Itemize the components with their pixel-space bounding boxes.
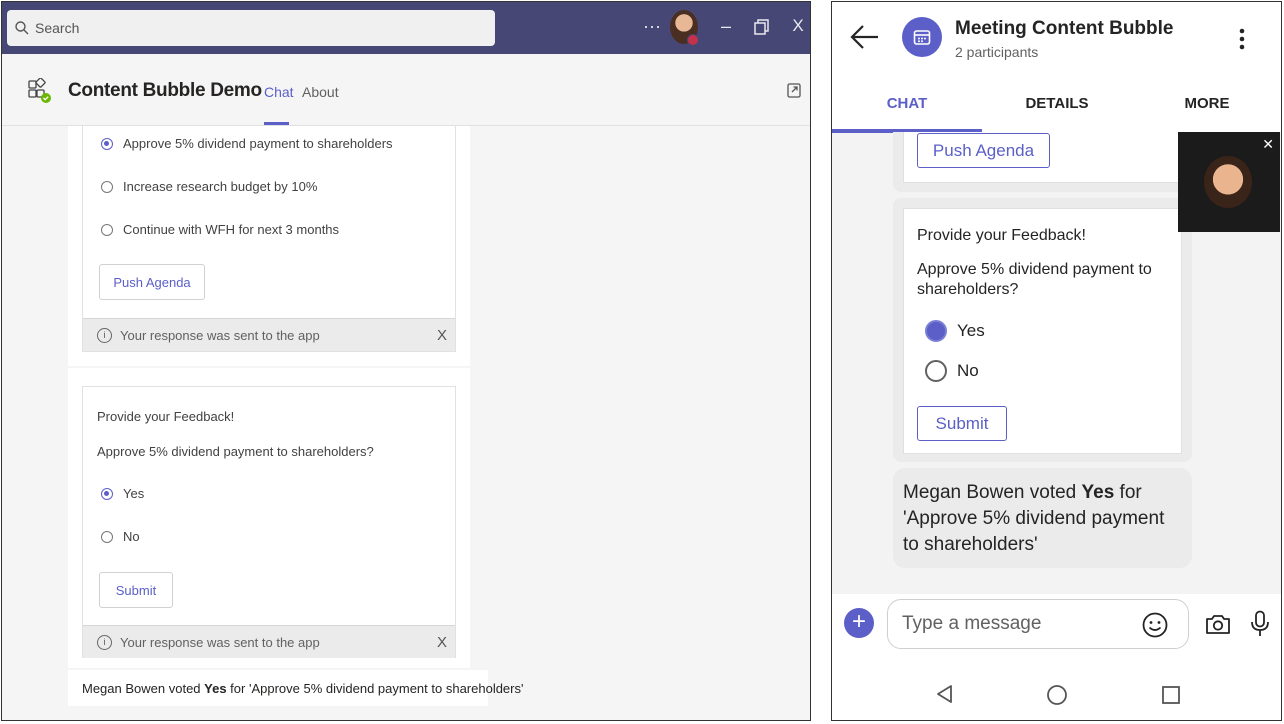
option-label: No — [123, 529, 140, 544]
android-nav-bar — [832, 656, 1281, 720]
vote-prefix: Megan Bowen voted — [903, 482, 1082, 503]
agenda-option-1[interactable]: Approve 5% dividend payment to sharehold… — [101, 136, 393, 151]
vote-suffix: for 'Approve 5% dividend payment to shar… — [226, 680, 524, 696]
camera-icon[interactable] — [1205, 613, 1231, 640]
info-icon: i — [97, 634, 112, 650]
feedback-heading: Provide your Feedback! — [97, 409, 235, 424]
search-input[interactable]: Search — [7, 10, 495, 46]
meeting-calendar-icon — [902, 17, 942, 57]
app-header: Content Bubble Demo Chat About — [2, 54, 810, 126]
vote-prefix: Megan Bowen voted — [82, 680, 205, 696]
active-tab-indicator — [264, 122, 289, 125]
close-icon[interactable]: ✕ — [1262, 136, 1274, 153]
search-placeholder: Search — [35, 20, 80, 36]
option-label: Yes — [957, 321, 985, 340]
message-placeholder: Type a message — [902, 613, 1042, 634]
restore-window-icon[interactable] — [754, 19, 770, 40]
radio-icon — [101, 530, 113, 543]
response-toast: i Your response was sent to the app X — [83, 318, 455, 351]
radio-icon — [101, 223, 113, 236]
presence-status-icon — [687, 34, 699, 46]
tab-more[interactable]: MORE — [1132, 95, 1281, 112]
radio-selected-icon — [101, 137, 113, 150]
app-icon — [26, 77, 52, 104]
option-label: Yes — [123, 486, 145, 501]
close-window-icon[interactable]: X — [786, 16, 810, 36]
push-agenda-button[interactable]: Push Agenda — [99, 264, 205, 300]
title-bar: Search ··· – X — [2, 2, 810, 54]
feedback-message-card: Provide your Feedback! Approve 5% divide… — [893, 198, 1192, 462]
more-vertical-icon[interactable] — [1238, 28, 1246, 55]
feedback-card-body: Provide your Feedback! Approve 5% divide… — [903, 208, 1182, 454]
radio-icon — [925, 360, 947, 382]
feedback-option-no[interactable]: No — [925, 360, 979, 382]
microphone-icon[interactable] — [1250, 610, 1270, 643]
feedback-option-yes[interactable]: Yes — [925, 320, 985, 342]
minimize-icon[interactable]: – — [714, 16, 738, 37]
agenda-option-2[interactable]: Increase research budget by 10% — [101, 179, 317, 194]
feedback-option-yes[interactable]: Yes — [101, 486, 144, 501]
video-pip[interactable]: ✕ — [1178, 132, 1280, 232]
back-arrow-icon[interactable] — [850, 24, 880, 55]
radio-selected-icon — [101, 487, 113, 500]
meeting-title: Meeting Content Bubble — [955, 18, 1174, 39]
feedback-option-no[interactable]: No — [101, 529, 140, 544]
agenda-message-card: Approve 5% dividend payment to sharehold… — [68, 126, 470, 366]
agenda-option-3[interactable]: Continue with WFH for next 3 months — [101, 222, 339, 237]
submit-button[interactable]: Submit — [99, 572, 173, 608]
tab-chat[interactable]: Chat — [264, 84, 294, 100]
radio-selected-icon — [925, 320, 947, 342]
toast-text: Your response was sent to the app — [120, 634, 320, 650]
more-options-icon[interactable]: ··· — [640, 16, 664, 37]
close-icon[interactable]: X — [437, 634, 447, 651]
close-icon[interactable]: X — [437, 327, 447, 344]
nav-recents-icon[interactable] — [1161, 685, 1181, 710]
tab-chat[interactable]: CHAT — [832, 95, 982, 112]
vote-choice: Yes — [204, 680, 227, 696]
option-label: No — [957, 361, 979, 380]
agenda-card-body: Push Agenda — [903, 132, 1182, 183]
feedback-heading: Provide your Feedback! — [917, 227, 1086, 244]
vote-choice: Yes — [1081, 482, 1115, 503]
participant-video — [1204, 156, 1252, 208]
feedback-message-card: Provide your Feedback! Approve 5% divide… — [68, 368, 470, 668]
info-icon: i — [97, 327, 112, 343]
tab-details[interactable]: DETAILS — [982, 95, 1132, 112]
feedback-question: Approve 5% dividend payment to sharehold… — [97, 444, 374, 459]
radio-icon — [101, 180, 113, 193]
agenda-card-body: Approve 5% dividend payment to sharehold… — [82, 126, 456, 352]
feedback-question: Approve 5% dividend payment to sharehold… — [917, 261, 1152, 298]
search-icon — [15, 21, 29, 35]
nav-back-icon[interactable] — [935, 684, 953, 709]
submit-button[interactable]: Submit — [917, 406, 1007, 441]
vote-message: Megan Bowen voted Yes for 'Approve 5% di… — [68, 670, 523, 706]
nav-home-icon[interactable] — [1046, 684, 1068, 711]
mobile-header: Meeting Content Bubble 2 participants CH… — [832, 2, 1281, 133]
compose-bar: + Type a message — [832, 594, 1281, 656]
agenda-message-card: Push Agenda — [893, 132, 1192, 192]
vote-message: Megan Bowen voted Yes for 'Approve 5% di… — [893, 468, 1192, 568]
toast-text: Your response was sent to the app — [120, 327, 320, 343]
tab-about[interactable]: About — [302, 84, 339, 100]
push-agenda-button[interactable]: Push Agenda — [917, 133, 1050, 168]
response-toast: i Your response was sent to the app X — [83, 625, 455, 658]
option-label: Continue with WFH for next 3 months — [123, 222, 340, 237]
desktop-teams-window: Search ··· – X Content Bubble Demo Chat … — [1, 1, 811, 721]
popout-icon[interactable] — [787, 82, 801, 103]
emoji-icon[interactable] — [1142, 612, 1168, 643]
add-icon[interactable]: + — [844, 608, 874, 638]
feedback-card-body: Provide your Feedback! Approve 5% divide… — [82, 386, 456, 658]
mobile-teams-screen: Meeting Content Bubble 2 participants CH… — [831, 1, 1282, 721]
participant-count: 2 participants — [955, 44, 1039, 60]
option-label: Increase research budget by 10% — [123, 179, 318, 194]
option-label: Approve 5% dividend payment to sharehold… — [123, 136, 393, 151]
page-title: Content Bubble Demo — [68, 80, 262, 101]
